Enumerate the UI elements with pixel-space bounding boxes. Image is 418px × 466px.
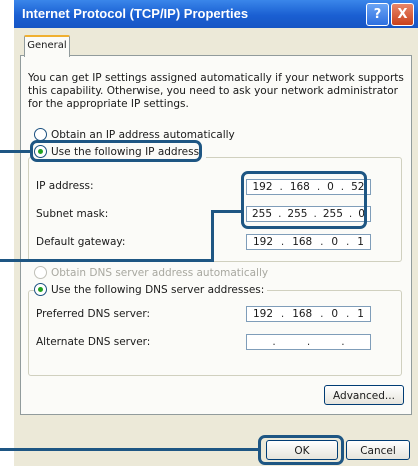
- advanced-button[interactable]: Advanced...: [324, 385, 404, 405]
- use-following-dns-label: Use the following DNS server addresses:: [51, 283, 265, 296]
- callout-line: [0, 150, 31, 153]
- callout-use-following-ip: [30, 140, 202, 162]
- dns-octet[interactable]: 192: [253, 308, 273, 320]
- callout-line: [0, 448, 259, 451]
- callout-line: [211, 210, 214, 262]
- description-text: You can get IP settings assigned automat…: [28, 72, 404, 110]
- callout-line: [0, 259, 214, 262]
- tcpip-properties-dialog: Internet Protocol (TCP/IP) Properties ? …: [14, 0, 418, 466]
- dns-octet[interactable]: 0: [331, 308, 338, 320]
- use-following-dns-option[interactable]: Use the following DNS server addresses:: [34, 283, 268, 296]
- default-gateway-input[interactable]: 192. 168. 0. 1: [246, 234, 371, 250]
- ip-address-label: IP address:: [36, 180, 94, 192]
- alternate-dns-input[interactable]: . . .: [246, 334, 371, 350]
- preferred-dns-label: Preferred DNS server:: [36, 308, 151, 320]
- help-button[interactable]: ?: [366, 3, 389, 26]
- callout-ip-subnet: [241, 171, 367, 229]
- radio-icon: [34, 266, 47, 279]
- window-title: Internet Protocol (TCP/IP) Properties: [22, 6, 249, 21]
- gateway-octet[interactable]: 192: [253, 236, 273, 248]
- gateway-octet[interactable]: 1: [357, 236, 364, 248]
- dns-server-group: [28, 290, 402, 376]
- obtain-ip-auto-label: Obtain an IP address automatically: [51, 128, 235, 141]
- close-button[interactable]: X: [391, 3, 414, 26]
- radio-selected-icon: [34, 283, 47, 296]
- dns-octet[interactable]: 168: [292, 308, 312, 320]
- subnet-mask-label: Subnet mask:: [36, 208, 109, 220]
- callout-ok-button: [258, 435, 344, 465]
- gateway-octet[interactable]: 168: [292, 236, 312, 248]
- callout-line: [211, 210, 242, 213]
- obtain-dns-auto-option[interactable]: Obtain DNS server address automatically: [34, 266, 268, 279]
- default-gateway-label: Default gateway:: [36, 236, 126, 248]
- alternate-dns-label: Alternate DNS server:: [36, 336, 151, 348]
- dns-octet[interactable]: 1: [357, 308, 364, 320]
- tab-general[interactable]: General: [24, 35, 70, 57]
- obtain-dns-auto-label: Obtain DNS server address automatically: [51, 266, 269, 279]
- cancel-button[interactable]: Cancel: [346, 440, 410, 460]
- title-bar[interactable]: Internet Protocol (TCP/IP) Properties ? …: [14, 0, 418, 28]
- preferred-dns-input[interactable]: 192. 168. 0. 1: [246, 306, 371, 322]
- gateway-octet[interactable]: 0: [331, 236, 338, 248]
